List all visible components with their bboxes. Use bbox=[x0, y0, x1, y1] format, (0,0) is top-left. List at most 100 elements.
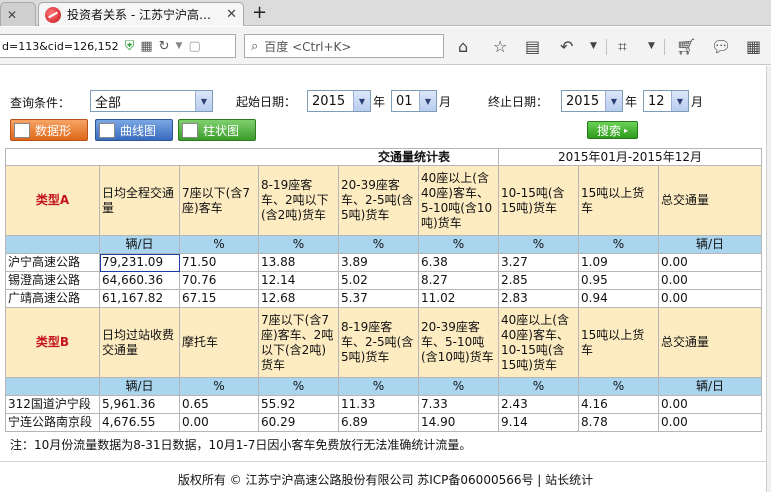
search-button-label: 搜索 bbox=[596, 123, 621, 138]
tab-investor-relations[interactable]: 投资者关系 - 江苏宁沪高… ✕ bbox=[38, 2, 244, 26]
search-box[interactable]: ⌕ 百度 <Ctrl+K> bbox=[244, 34, 444, 58]
table-cell: 8.78 bbox=[578, 413, 659, 432]
road-name: 沪宁高速公路 bbox=[5, 253, 100, 272]
reading-list-icon[interactable]: ▤ bbox=[525, 37, 540, 56]
refresh-icon[interactable]: ↻ bbox=[159, 39, 170, 54]
tab-previous[interactable]: ✕ bbox=[0, 2, 36, 26]
toolbar-separator bbox=[606, 39, 607, 55]
grid-menu-icon[interactable]: ▦ bbox=[746, 37, 761, 56]
unit-cell: % bbox=[338, 377, 419, 396]
data-view-button[interactable]: 数据形 bbox=[10, 119, 88, 141]
column-header: 40座以上(含40座)客车、5-10吨(含10吨)货车 bbox=[418, 165, 499, 236]
unit-cell: % bbox=[258, 377, 339, 396]
unit-cell: 辆/日 bbox=[658, 377, 762, 396]
crop-dropdown-icon[interactable]: ▼ bbox=[648, 41, 655, 51]
start-month-unit: 月 bbox=[439, 95, 452, 109]
dropdown-arrow-icon[interactable]: ▼ bbox=[176, 41, 183, 51]
table-cell: 2.83 bbox=[498, 289, 579, 308]
shield-check-icon[interactable]: ⛨ bbox=[125, 39, 135, 54]
search-icon: ⌕ bbox=[251, 38, 259, 54]
start-month-value: 01 bbox=[396, 93, 413, 109]
unit-cell: 辆/日 bbox=[658, 235, 762, 254]
column-header: 摩托车 bbox=[179, 307, 259, 378]
table-cell: 14.90 bbox=[418, 413, 499, 432]
table-title: 交通量统计表 bbox=[5, 148, 499, 166]
unit-cell bbox=[5, 377, 100, 396]
start-month-select[interactable]: 01 ▼ bbox=[391, 90, 437, 112]
table-row: 宁连公路南京段 4,676.55 0.00 60.29 6.89 14.90 9… bbox=[5, 413, 762, 432]
start-date-label: 起始日期： bbox=[236, 95, 297, 109]
unit-cell: % bbox=[258, 235, 339, 254]
unit-cell: % bbox=[578, 377, 659, 396]
start-year-unit: 年 bbox=[373, 95, 386, 109]
arrow-right-icon: ▸ bbox=[624, 125, 629, 135]
column-header: 15吨以上货车 bbox=[578, 165, 659, 236]
table-cell: 4,676.55 bbox=[99, 413, 180, 432]
unit-cell bbox=[5, 235, 100, 254]
tab-close-icon[interactable]: ✕ bbox=[226, 7, 237, 22]
scrollbar[interactable] bbox=[766, 66, 771, 492]
table-row: 312国道沪宁段 5,961.36 0.65 55.92 11.33 7.33 … bbox=[5, 395, 762, 414]
table-cell-selected[interactable]: 79,231.09 bbox=[99, 253, 180, 272]
table-cell: 70.76 bbox=[179, 271, 259, 290]
chat-bubble-icon[interactable]: 💬︎ bbox=[711, 37, 731, 56]
column-header: 日均全程交通量 bbox=[99, 165, 180, 236]
line-chart-label: 曲线图 bbox=[120, 123, 157, 138]
table-cell: 5.37 bbox=[338, 289, 419, 308]
query-condition-select[interactable]: 全部 ▼ bbox=[90, 90, 213, 112]
query-condition-label: 查询条件： bbox=[10, 96, 71, 110]
line-chart-icon bbox=[99, 122, 115, 138]
start-year-select[interactable]: 2015 ▼ bbox=[307, 90, 371, 112]
table-cell: 4.16 bbox=[578, 395, 659, 414]
crop-icon[interactable]: ⌗ bbox=[618, 37, 627, 57]
road-name: 广靖高速公路 bbox=[5, 289, 100, 308]
url-text: d=113&cid=126,152 bbox=[2, 39, 119, 53]
new-tab-button[interactable]: + bbox=[252, 2, 267, 23]
table-title-row: 交通量统计表 2015年01月-2015年12月 bbox=[5, 148, 762, 166]
undo-icon[interactable]: ↶ bbox=[560, 37, 573, 56]
line-chart-button[interactable]: 曲线图 bbox=[95, 119, 173, 141]
table-cell: 8.27 bbox=[418, 271, 499, 290]
table-cell: 71.50 bbox=[179, 253, 259, 272]
column-header: 20-39座客车、5-10吨(含10吨)货车 bbox=[418, 307, 499, 378]
table-cell: 12.68 bbox=[258, 289, 339, 308]
table-cell: 0.00 bbox=[658, 289, 762, 308]
group-b-type: 类型B bbox=[5, 307, 100, 378]
table-cell: 2.85 bbox=[498, 271, 579, 290]
undo-dropdown-icon[interactable]: ▼ bbox=[590, 41, 597, 51]
unit-cell: % bbox=[578, 235, 659, 254]
column-header: 7座以下(含7座)客车 bbox=[179, 165, 259, 236]
bar-chart-label: 柱状图 bbox=[203, 123, 240, 138]
tab-close-icon[interactable]: ✕ bbox=[7, 8, 17, 22]
search-placeholder: 百度 <Ctrl+K> bbox=[264, 39, 352, 54]
end-month-select[interactable]: 12 ▼ bbox=[643, 90, 689, 112]
table-cell: 0.00 bbox=[658, 395, 762, 414]
column-header: 7座以下(含7座)客车、2吨以下(含2吨)货车 bbox=[258, 307, 339, 378]
table-cell: 13.88 bbox=[258, 253, 339, 272]
chevron-down-icon: ▼ bbox=[671, 91, 688, 111]
column-header: 40座以上(含40座)客车、10-15吨(含15吨)货车 bbox=[498, 307, 579, 378]
bookmark-star-icon[interactable]: ☆ bbox=[493, 37, 507, 56]
toolbar-separator bbox=[664, 39, 665, 55]
group-b-unit-row: 辆/日 % % % % % % 辆/日 bbox=[5, 377, 762, 396]
table-cell: 0.00 bbox=[658, 253, 762, 272]
query-form: 查询条件： 全部 ▼ 起始日期： 2015 ▼ 年 01 ▼ 月 终止日期： 2… bbox=[0, 66, 771, 146]
table-cell: 60.29 bbox=[258, 413, 339, 432]
qr-code-icon[interactable]: ▦ bbox=[140, 39, 152, 54]
end-month-unit: 月 bbox=[691, 95, 704, 109]
table-cell: 55.92 bbox=[258, 395, 339, 414]
home-icon[interactable]: ⌂ bbox=[458, 37, 468, 56]
shopping-cart-icon[interactable]: 🛒︎ bbox=[676, 37, 696, 56]
bar-chart-button[interactable]: 柱状图 bbox=[178, 119, 256, 141]
table-cell: 61,167.82 bbox=[99, 289, 180, 308]
footnote: 注：10月份流量数据为8-31日数据，10月1-7日因小客车免费放行无法准确统计… bbox=[10, 438, 472, 452]
table-cell: 0.95 bbox=[578, 271, 659, 290]
table-cell: 7.33 bbox=[418, 395, 499, 414]
table-cell: 1.09 bbox=[578, 253, 659, 272]
bar-chart-icon bbox=[182, 122, 198, 138]
tab-bar: ✕ 投资者关系 - 江苏宁沪高… ✕ + bbox=[0, 0, 771, 26]
end-year-select[interactable]: 2015 ▼ bbox=[561, 90, 623, 112]
unit-cell: 辆/日 bbox=[99, 235, 180, 254]
search-button[interactable]: 搜索 ▸ bbox=[587, 121, 638, 139]
address-bar[interactable]: d=113&cid=126,152 ⛨ ▦ ↻ ▼ ▢ bbox=[0, 34, 236, 58]
